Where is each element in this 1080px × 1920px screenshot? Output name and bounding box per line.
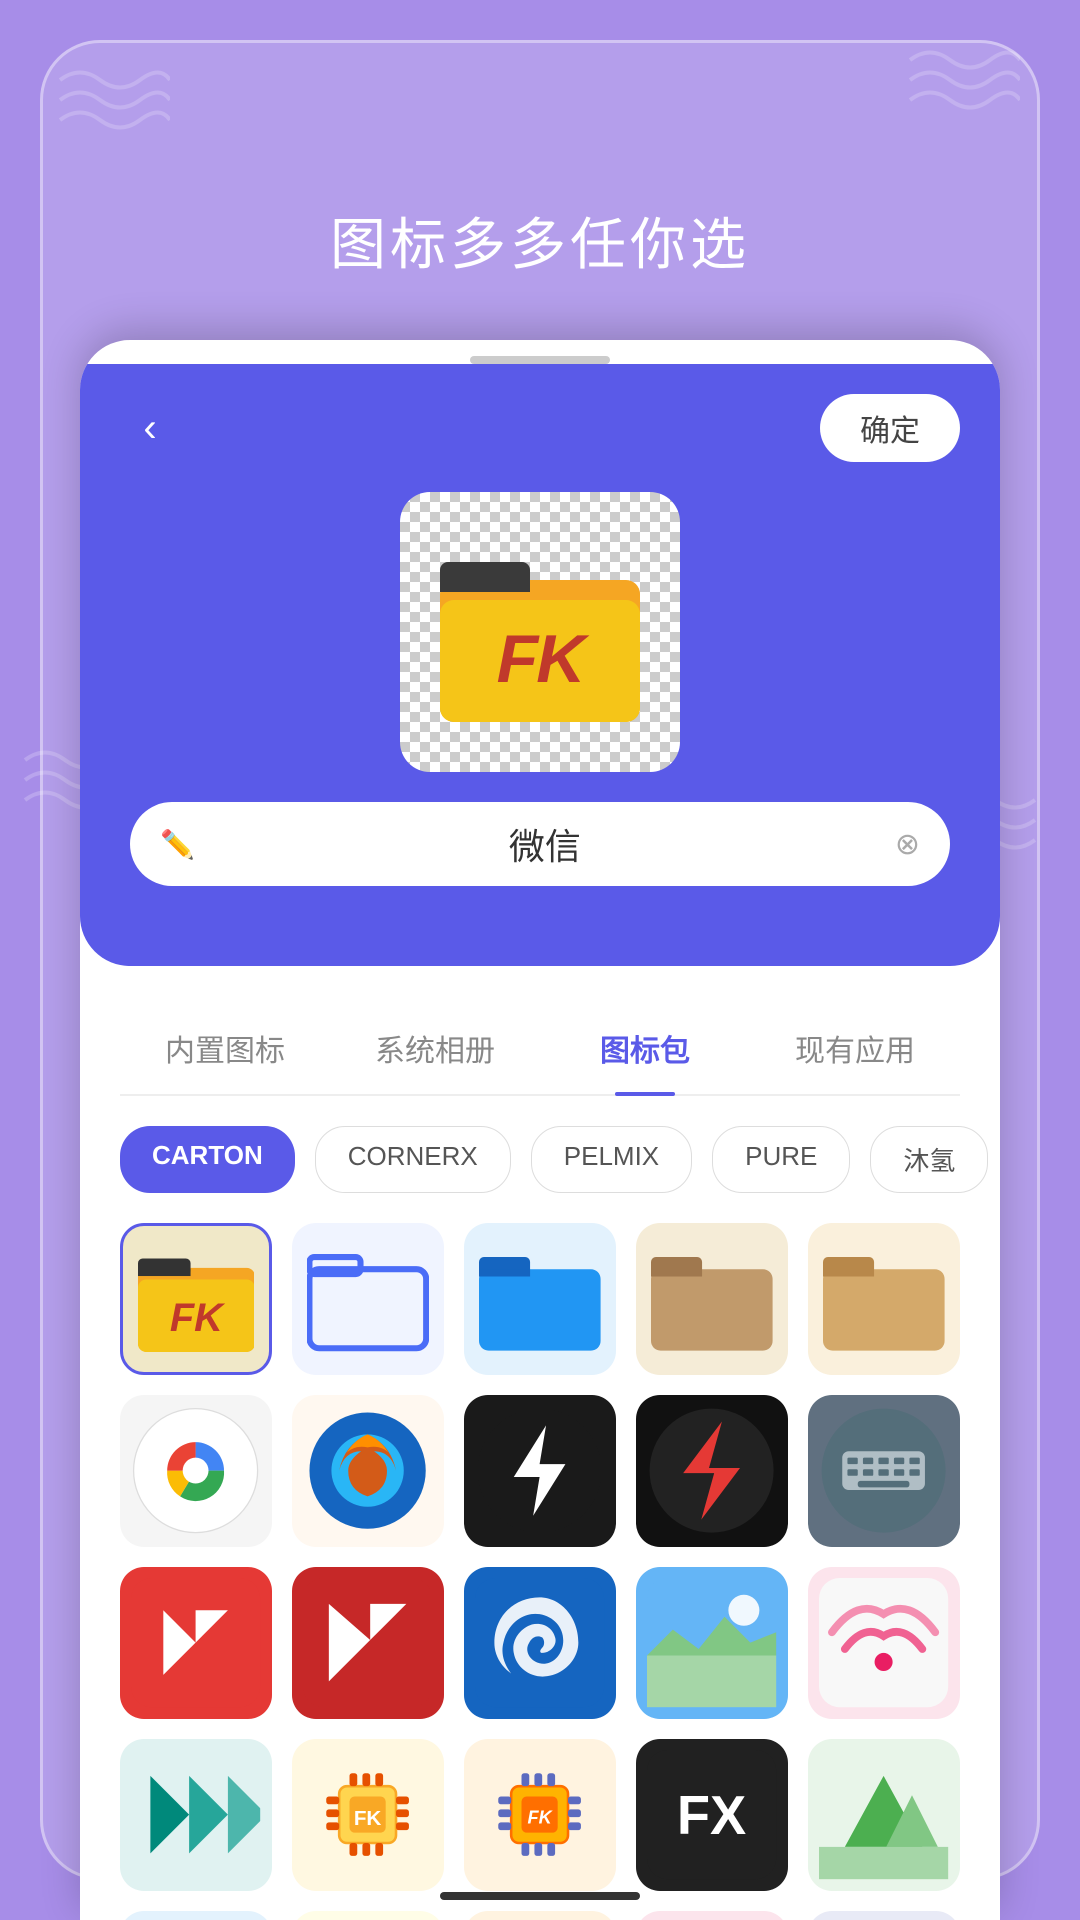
tab-iconpack[interactable]: 图标包 xyxy=(540,1006,750,1094)
list-item[interactable]: FK xyxy=(464,1739,616,1891)
flipboard-red2-icon xyxy=(303,1578,432,1707)
flipboard-red-icon xyxy=(131,1578,260,1707)
tab-current[interactable]: 现有应用 xyxy=(750,1006,960,1094)
list-item[interactable] xyxy=(120,1395,272,1547)
google-circle-icon xyxy=(131,1406,260,1535)
name-input-bar[interactable]: ✏️ 微信 ⊗ xyxy=(130,802,950,886)
list-item[interactable] xyxy=(464,1395,616,1547)
list-item[interactable]: FK xyxy=(292,1739,444,1891)
bolt-dark-icon xyxy=(475,1406,604,1535)
list-item[interactable] xyxy=(636,1223,788,1375)
list-item[interactable]: FK xyxy=(120,1223,272,1375)
tab-album[interactable]: 系统相册 xyxy=(330,1006,540,1094)
filter-chips-row: CARTON CORNERX PELMIX PURE 沐氢 xyxy=(80,1126,1000,1223)
icon-preview-container: FK xyxy=(120,492,960,772)
icon-preview-inner: FK xyxy=(430,532,650,732)
svg-text:FK: FK xyxy=(528,1808,554,1828)
mountain-green-icon xyxy=(819,1750,948,1879)
chip-cornerx[interactable]: CORNERX xyxy=(315,1126,511,1193)
list-item[interactable] xyxy=(292,1911,444,1920)
folder-tan-icon xyxy=(823,1242,945,1356)
svg-text:FK: FK xyxy=(497,621,591,697)
wifi-pink-icon xyxy=(819,1578,948,1707)
list-item[interactable] xyxy=(292,1395,444,1547)
list-item[interactable] xyxy=(120,1911,272,1920)
fx-dark-icon: FX xyxy=(647,1750,776,1879)
list-item[interactable] xyxy=(464,1911,616,1920)
list-item[interactable] xyxy=(120,1567,272,1719)
firefox-icon xyxy=(303,1406,432,1535)
svg-text:FK: FK xyxy=(170,1296,226,1340)
phone-header: ‹ 确定 FK xyxy=(80,364,1000,966)
back-chevron-icon: ‹ xyxy=(143,406,156,451)
tabs-section: 内置图标 系统相册 图标包 现有应用 xyxy=(80,966,1000,1096)
bolt-dark2-icon xyxy=(647,1406,776,1535)
tab-builtin[interactable]: 内置图标 xyxy=(120,1006,330,1094)
swirl-blue-icon xyxy=(475,1578,604,1707)
phone-mockup: ‹ 确定 FK xyxy=(80,340,1000,1920)
send-arrow-icon xyxy=(131,1750,260,1879)
list-item[interactable] xyxy=(464,1223,616,1375)
chip-muhe[interactable]: 沐氢 xyxy=(870,1126,988,1193)
chip-pelmix[interactable]: PELMIX xyxy=(531,1126,692,1193)
cpu-chip-yellow-icon: FK xyxy=(303,1750,432,1879)
list-item[interactable] xyxy=(636,1567,788,1719)
chip-carton[interactable]: CARTON xyxy=(120,1126,295,1193)
header-nav: ‹ 确定 xyxy=(120,394,960,462)
list-item[interactable] xyxy=(636,1395,788,1547)
keyboard-icon xyxy=(819,1406,948,1535)
list-item[interactable] xyxy=(636,1911,788,1920)
list-item[interactable] xyxy=(292,1567,444,1719)
list-item[interactable] xyxy=(808,1223,960,1375)
list-item[interactable]: FX xyxy=(636,1739,788,1891)
svg-text:FK: FK xyxy=(354,1807,382,1830)
list-item[interactable] xyxy=(292,1223,444,1375)
list-item[interactable] xyxy=(808,1739,960,1891)
cpu-chip-fk-icon: FK xyxy=(475,1750,604,1879)
chip-pure[interactable]: PURE xyxy=(712,1126,850,1193)
fk-folder-small-icon: FK xyxy=(138,1241,255,1358)
confirm-button[interactable]: 确定 xyxy=(820,394,960,462)
icon-preview-bg: FK xyxy=(400,492,680,772)
list-item[interactable] xyxy=(120,1739,272,1891)
home-bar xyxy=(440,1892,640,1900)
list-item[interactable] xyxy=(808,1567,960,1719)
list-item[interactable] xyxy=(464,1567,616,1719)
list-item[interactable] xyxy=(808,1395,960,1547)
folder-blue-flat-icon xyxy=(479,1242,601,1356)
list-item[interactable] xyxy=(808,1911,960,1920)
tabs-row: 内置图标 系统相册 图标包 现有应用 xyxy=(120,1006,960,1096)
app-name-text: 微信 xyxy=(215,818,875,870)
fk-folder-preview-icon: FK xyxy=(440,542,640,722)
page-title: 图标多多任你选 xyxy=(0,200,1080,281)
back-button[interactable]: ‹ xyxy=(120,398,180,458)
landscape-blue-icon xyxy=(647,1578,776,1707)
edit-icon: ✏️ xyxy=(160,828,195,861)
icon-grid: FK xyxy=(80,1223,1000,1920)
folder-blue-outline-icon xyxy=(307,1242,429,1356)
folder-brown-icon xyxy=(651,1242,773,1356)
phone-notch-bar xyxy=(470,356,610,364)
clear-icon[interactable]: ⊗ xyxy=(895,827,920,862)
svg-text:FX: FX xyxy=(677,1786,746,1846)
